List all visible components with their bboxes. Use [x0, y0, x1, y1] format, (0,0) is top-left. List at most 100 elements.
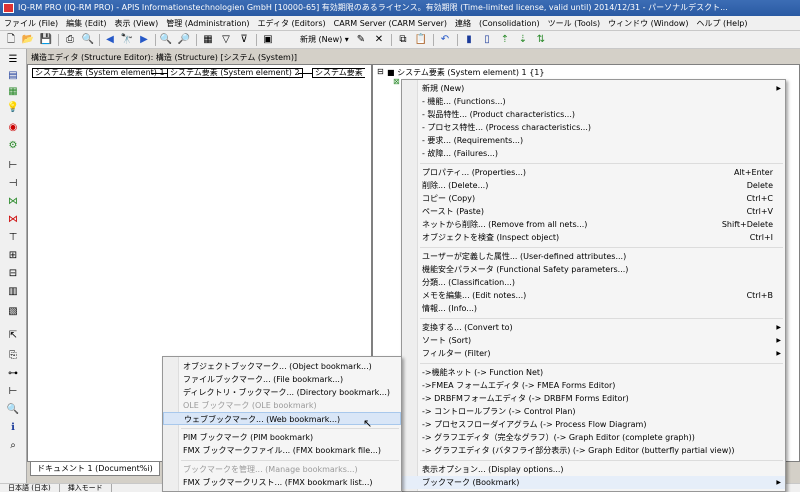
menu-file[interactable]: ファイル (File): [0, 16, 62, 31]
menu-item-functional-safety[interactable]: 機能安全パラメータ (Functional Safety parameters.…: [402, 263, 785, 276]
tree-expand-icon[interactable]: ⊟: [377, 67, 384, 76]
structure-node-3[interactable]: システム要素: [312, 68, 365, 78]
structure-node-1[interactable]: システム要素 (System element) 1: [32, 68, 168, 78]
menu-item-display-options[interactable]: 表示オプション... (Display options...): [402, 463, 785, 476]
move-down-icon[interactable]: ⇣: [517, 34, 529, 46]
tree-root-item[interactable]: ■ システム要素 (System element) 1 {1}: [387, 67, 544, 78]
print-icon[interactable]: ⎙: [64, 34, 76, 46]
menu-item-graph-butterfly[interactable]: -> グラフエディタ (バタフライ部分表示) (-> Graph Editor …: [402, 444, 785, 457]
menu-item-remove-from-nets[interactable]: ネットから削除... (Remove from all nets...) Shif…: [402, 218, 785, 231]
menu-item-pim-bookmark[interactable]: PIM ブックマーク (PIM bookmark): [163, 431, 401, 444]
menu-view[interactable]: 表示 (View): [110, 16, 162, 31]
menu-item-process-characteristics[interactable]: - プロセス特性... (Process characteristics...): [402, 121, 785, 134]
menu-item-convert[interactable]: 変換する... (Convert to) ▶: [402, 321, 785, 334]
tool-zoom-icon[interactable]: ⌕: [6, 439, 20, 452]
menu-item-user-attributes[interactable]: ユーザーが定義した属性... (User-defined attributes.…: [402, 250, 785, 263]
document-tab[interactable]: ドキュメント 1 (Document%i): [30, 462, 160, 476]
menu-item-new[interactable]: 新規 (New) ▶: [402, 82, 785, 95]
tool-report-icon[interactable]: ▧: [6, 305, 20, 318]
tool-bulb-icon[interactable]: 💡: [6, 101, 20, 114]
menu-item-control-plan[interactable]: -> コントロールプラン (-> Control Plan): [402, 405, 785, 418]
bookmark-blue-icon[interactable]: ▮: [463, 34, 475, 46]
menu-item-bookmark[interactable]: ブックマーク (Bookmark) ▶: [402, 476, 785, 489]
search-binoculars-icon[interactable]: 🔍: [160, 34, 172, 46]
menu-item-drbfm-forms[interactable]: -> DRBFMフォームエディタ (-> DRBFM Forms Editor): [402, 392, 785, 405]
tool-search-icon[interactable]: 🔍: [6, 403, 20, 416]
menu-item-delete[interactable]: 削除... (Delete...) Delete: [402, 179, 785, 192]
new-element-icon[interactable]: ▣: [262, 34, 274, 46]
find-next-icon[interactable]: 🔎: [178, 34, 190, 46]
menu-item-edit-notes[interactable]: メモを編集... (Edit notes...) Ctrl+B: [402, 289, 785, 302]
menu-item-inspect-object[interactable]: オブジェクトを検査 (Inspect object) Ctrl+I: [402, 231, 785, 244]
menu-tools[interactable]: ツール (Tools): [544, 16, 605, 31]
menu-item-properties[interactable]: プロパティ... (Properties...) Alt+Enter: [402, 166, 785, 179]
menu-item-process-flow[interactable]: -> プロセスフローダイアグラム (-> Process Flow Diagra…: [402, 418, 785, 431]
new-dropdown[interactable]: 新規 (New) ▾: [300, 33, 349, 47]
menu-edit[interactable]: 編集 (Edit): [62, 16, 110, 31]
menu-consolidation[interactable]: 連絡: [451, 16, 475, 31]
menu-item-product-characteristics[interactable]: - 製品特性... (Product characteristics...): [402, 108, 785, 121]
tool-info-icon[interactable]: ℹ: [6, 421, 20, 434]
tool-matrix2-icon[interactable]: ⊟: [6, 267, 20, 280]
menu-item-fmx-bookmark-file[interactable]: FMX ブックマークファイル... (FMX bookmark file...): [163, 444, 401, 457]
tool-grid-icon[interactable]: ▦: [6, 85, 20, 98]
tool-export-icon[interactable]: ⇱: [6, 329, 20, 342]
menu-item-paste[interactable]: ペースト (Paste) Ctrl+V: [402, 205, 785, 218]
filter-icon[interactable]: ▽: [220, 34, 232, 46]
tool-gear-icon[interactable]: ⚙: [6, 139, 20, 152]
tool-matrix-icon[interactable]: ⊞: [6, 249, 20, 262]
menu-window[interactable]: ウィンドウ (Window): [604, 16, 692, 31]
menu-item-file-bookmark[interactable]: ファイルブックマーク... (File bookmark...): [163, 373, 401, 386]
move-level-icon[interactable]: ⇅: [535, 34, 547, 46]
copy-icon[interactable]: ⧉: [397, 34, 409, 46]
open-folder-icon[interactable]: 📂: [22, 34, 34, 46]
pencil-icon[interactable]: ✎: [355, 34, 367, 46]
menu-item-function-net[interactable]: ->機能ネット (-> Function Net): [402, 366, 785, 379]
paste-icon[interactable]: 📋: [415, 34, 427, 46]
menu-carm-server[interactable]: CARM Server (CARM Server): [330, 16, 451, 31]
menu-item-sort[interactable]: ソート (Sort) ▶: [402, 334, 785, 347]
menu-item-filter[interactable]: フィルター (Filter) ▶: [402, 347, 785, 360]
undo-icon[interactable]: ↶: [439, 34, 451, 46]
menu-editors[interactable]: エディタ (Editors): [254, 16, 330, 31]
tool-document-icon[interactable]: ▥: [6, 285, 20, 298]
structure-node-2[interactable]: システム要素 (System element) 2: [167, 68, 303, 78]
forward-arrow-icon[interactable]: ▶: [138, 34, 150, 46]
print-preview-icon[interactable]: 🔍: [82, 34, 94, 46]
menu-item-failures[interactable]: - 故障... (Failures...): [402, 147, 785, 160]
bookmark-delete-icon[interactable]: ▯: [481, 34, 493, 46]
menu-item-graph-complete[interactable]: -> グラフエディタ（完全なグラフ）(-> Graph Editor (comp…: [402, 431, 785, 444]
new-file-icon[interactable]: 🗋: [5, 34, 17, 46]
tool-tree2-icon[interactable]: ⊣: [6, 177, 20, 190]
tool-target-icon[interactable]: ◉: [6, 121, 20, 134]
tool-tree-icon[interactable]: ⊢: [6, 159, 20, 172]
menu-item-copy[interactable]: コピー (Copy) Ctrl+C: [402, 192, 785, 205]
menu-item-directory-bookmark[interactable]: ディレクトリ・ブックマーク... (Directory bookmark...): [163, 386, 401, 399]
tool-list-icon[interactable]: ☰: [6, 53, 20, 66]
menu-item-functions[interactable]: - 機能... (Functions...): [402, 95, 785, 108]
back-arrow-icon[interactable]: ◀: [104, 34, 116, 46]
tool-link-icon[interactable]: ⎘: [6, 349, 20, 362]
app-icon: [3, 3, 14, 13]
tool-net2-icon[interactable]: ⋈: [6, 213, 20, 226]
structure-icon[interactable]: ▦: [202, 34, 214, 46]
menu-help[interactable]: ヘルプ (Help): [692, 16, 751, 31]
menu-administration[interactable]: 管理 (Administration): [162, 16, 253, 31]
save-icon[interactable]: 💾: [40, 34, 52, 46]
menu-item-info[interactable]: 情報... (Info...): [402, 302, 785, 315]
menu-item-object-bookmark[interactable]: オブジェクトブックマーク... (Object bookmark...): [163, 360, 401, 373]
tool-flow-icon[interactable]: ⊶: [6, 367, 20, 380]
menu-item-classification[interactable]: 分類... (Classification...): [402, 276, 785, 289]
menu-item-requirements[interactable]: - 要求... (Requirements...): [402, 134, 785, 147]
menu-consolidation-en[interactable]: (Consolidation): [475, 16, 544, 31]
move-up-icon[interactable]: ⇡: [499, 34, 511, 46]
menu-item-fmx-bookmark-list[interactable]: FMX ブックマークリスト... (FMX bookmark list...): [163, 476, 401, 489]
tool-hierarchy-icon[interactable]: ⊤: [6, 231, 20, 244]
tool-tree3-icon[interactable]: ⊢: [6, 385, 20, 398]
delete-x-icon[interactable]: ✕: [373, 34, 385, 46]
tool-table-icon[interactable]: ▤: [6, 69, 20, 82]
tool-net-icon[interactable]: ⋈: [6, 195, 20, 208]
find-icon[interactable]: 🔭: [121, 34, 133, 46]
filter-edit-icon[interactable]: ⊽: [238, 34, 250, 46]
menu-item-fmea-forms[interactable]: ->FMEA フォームエディタ (-> FMEA Forms Editor): [402, 379, 785, 392]
